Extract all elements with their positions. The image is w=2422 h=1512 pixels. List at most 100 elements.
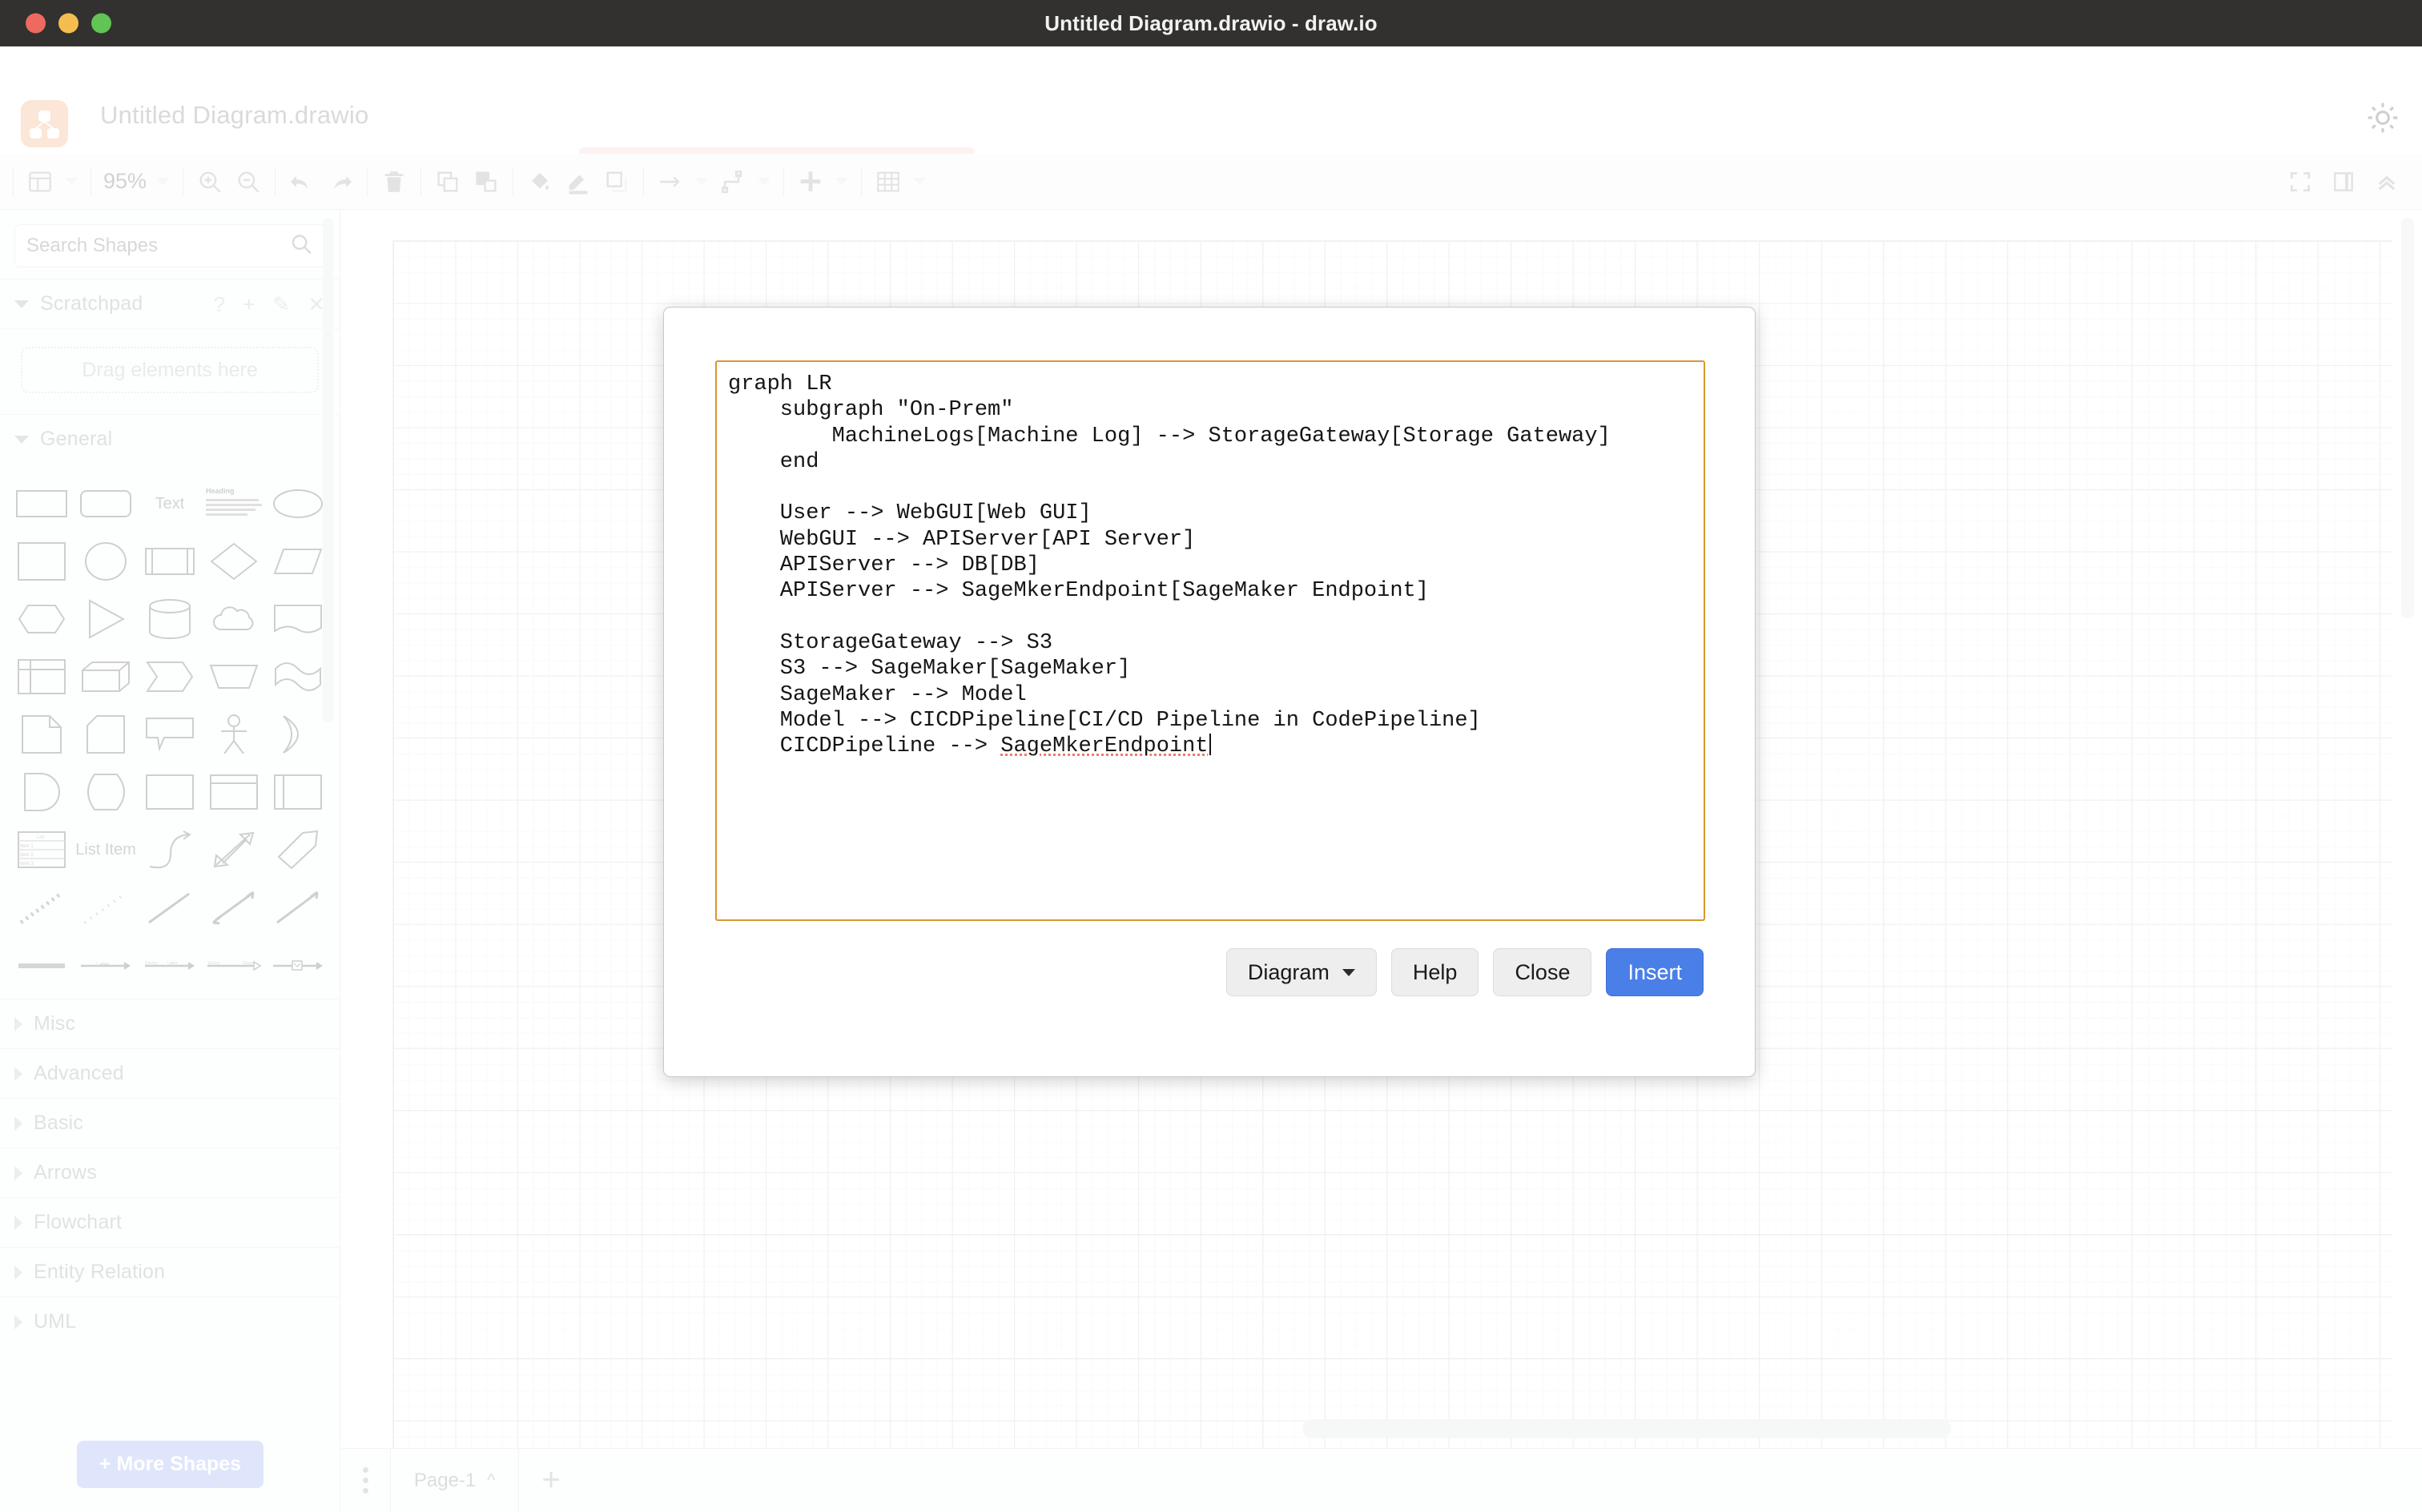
search-input[interactable] bbox=[15, 225, 324, 267]
shape-note[interactable] bbox=[10, 707, 74, 762]
shape-source-connector[interactable]: Source Label bbox=[138, 938, 202, 992]
close-window-icon[interactable] bbox=[26, 13, 46, 34]
shape-parallelogram[interactable] bbox=[266, 534, 330, 589]
fullscreen-icon[interactable] bbox=[2281, 163, 2319, 201]
minimize-window-icon[interactable] bbox=[58, 13, 78, 34]
shape-curved-arrow[interactable] bbox=[138, 822, 202, 877]
shape-or[interactable] bbox=[266, 707, 330, 762]
shape-circle[interactable] bbox=[74, 534, 138, 589]
fill-color-icon[interactable] bbox=[521, 163, 559, 201]
sidebar-item-flowchart[interactable]: Flowchart bbox=[0, 1197, 340, 1247]
to-back-icon[interactable] bbox=[467, 163, 505, 201]
shape-internal-storage[interactable] bbox=[10, 649, 74, 704]
sidebar-section-general[interactable]: General bbox=[0, 414, 340, 464]
edit-icon[interactable]: ✎ bbox=[272, 294, 290, 315]
collapse-icon[interactable] bbox=[2368, 163, 2406, 201]
format-panel-icon[interactable] bbox=[2324, 163, 2363, 201]
shape-document[interactable] bbox=[266, 592, 330, 646]
redo-icon[interactable] bbox=[321, 163, 360, 201]
shape-cylinder[interactable] bbox=[138, 592, 202, 646]
shadow-icon[interactable] bbox=[597, 163, 636, 201]
help-button[interactable]: Help bbox=[1390, 948, 1479, 996]
sun-icon[interactable] bbox=[2366, 101, 2400, 135]
shape-bidirectional-arrow[interactable] bbox=[202, 822, 266, 877]
shape-square[interactable] bbox=[10, 534, 74, 589]
shape-connector-with-box[interactable] bbox=[266, 938, 330, 992]
add-icon[interactable]: + bbox=[243, 294, 255, 315]
insert-button[interactable]: Insert bbox=[1606, 948, 1704, 996]
sidebar-item-uml[interactable]: UML bbox=[0, 1297, 340, 1346]
shape-trapezoid[interactable] bbox=[202, 649, 266, 704]
connection-arrow-icon[interactable] bbox=[651, 163, 690, 201]
scratchpad-dropzone[interactable]: Drag elements here bbox=[21, 347, 319, 393]
shape-diamond[interactable] bbox=[202, 534, 266, 589]
insert-icon[interactable] bbox=[791, 163, 830, 201]
shape-single-arrow-line[interactable] bbox=[266, 880, 330, 935]
shape-ellipse[interactable] bbox=[266, 477, 330, 531]
panel-toggle-dropdown-icon[interactable] bbox=[59, 163, 83, 201]
shape-vertical-container[interactable] bbox=[202, 765, 266, 819]
delete-icon[interactable] bbox=[375, 163, 413, 201]
add-page-button[interactable]: + bbox=[519, 1449, 583, 1512]
shape-rounded-rectangle[interactable] bbox=[74, 477, 138, 531]
table-icon[interactable] bbox=[869, 163, 907, 201]
shape-arrow[interactable] bbox=[266, 822, 330, 877]
line-color-icon[interactable] bbox=[559, 163, 597, 201]
shape-actor[interactable] bbox=[202, 707, 266, 762]
shape-double-arrow-line[interactable] bbox=[202, 880, 266, 935]
shape-plain-line[interactable] bbox=[138, 880, 202, 935]
zoom-dropdown-icon[interactable] bbox=[151, 163, 175, 201]
shape-list-item[interactable]: List Item bbox=[74, 822, 138, 877]
sidebar-section-scratchpad[interactable]: Scratchpad ? + ✎ ✕ bbox=[0, 279, 340, 328]
shape-dotted-line[interactable] bbox=[74, 880, 138, 935]
zoom-out-icon[interactable] bbox=[229, 163, 268, 201]
shape-source-target-connector[interactable]: Source Target bbox=[202, 938, 266, 992]
shape-delay[interactable] bbox=[10, 765, 74, 819]
page-tab-page-1[interactable]: Page-1 ^ bbox=[391, 1449, 519, 1512]
sidebar-item-arrows[interactable]: Arrows bbox=[0, 1148, 340, 1197]
shape-labeled-connector[interactable]: Label bbox=[74, 938, 138, 992]
shape-cube[interactable] bbox=[74, 649, 138, 704]
to-front-icon[interactable] bbox=[428, 163, 467, 201]
vertical-dots-icon[interactable] bbox=[341, 1449, 391, 1512]
shape-textbox[interactable]: Heading bbox=[202, 477, 266, 531]
shape-process[interactable] bbox=[138, 534, 202, 589]
shape-horizontal-container[interactable] bbox=[266, 765, 330, 819]
shape-rectangle[interactable] bbox=[10, 477, 74, 531]
close-button[interactable]: Close bbox=[1493, 948, 1592, 996]
sidebar-item-misc[interactable]: Misc bbox=[0, 999, 340, 1048]
more-shapes-button[interactable]: + More Shapes bbox=[76, 1440, 264, 1488]
shape-thick-divider[interactable] bbox=[10, 938, 74, 992]
search-box[interactable] bbox=[14, 224, 325, 267]
shape-list[interactable]: List Item 1 Item 2 Item 3 bbox=[10, 822, 74, 877]
shape-hexagon[interactable] bbox=[10, 592, 74, 646]
table-dropdown-icon[interactable] bbox=[907, 163, 931, 201]
sidebar-scrollbar[interactable] bbox=[323, 218, 333, 722]
shape-dashed-thick-line[interactable] bbox=[10, 880, 74, 935]
mermaid-code-textarea[interactable]: graph LR subgraph "On-Prem" MachineLogs[… bbox=[715, 360, 1705, 921]
waypoints-dropdown-icon[interactable] bbox=[752, 163, 776, 201]
shape-text[interactable]: Text bbox=[138, 477, 202, 531]
shape-tape[interactable] bbox=[266, 649, 330, 704]
connection-arrow-dropdown-icon[interactable] bbox=[690, 163, 714, 201]
zoom-in-icon[interactable] bbox=[191, 163, 229, 201]
diagram-format-select[interactable]: Diagram bbox=[1225, 948, 1377, 996]
shape-card[interactable] bbox=[74, 707, 138, 762]
help-icon[interactable]: ? bbox=[214, 294, 225, 315]
shape-cloud[interactable] bbox=[202, 592, 266, 646]
canvas-horizontal-scrollbar[interactable] bbox=[1302, 1419, 1951, 1438]
sidebar-item-basic[interactable]: Basic bbox=[0, 1098, 340, 1148]
maximize-window-icon[interactable] bbox=[91, 13, 111, 34]
insert-dropdown-icon[interactable] bbox=[830, 163, 854, 201]
sidebar-item-advanced[interactable]: Advanced bbox=[0, 1048, 340, 1098]
sidebar-item-entity-relation[interactable]: Entity Relation bbox=[0, 1247, 340, 1297]
canvas-vertical-scrollbar[interactable] bbox=[2401, 218, 2414, 618]
shape-triangle[interactable] bbox=[74, 592, 138, 646]
shape-container[interactable] bbox=[138, 765, 202, 819]
shape-callout[interactable] bbox=[138, 707, 202, 762]
shape-step[interactable] bbox=[138, 649, 202, 704]
undo-icon[interactable] bbox=[283, 163, 321, 201]
waypoints-icon[interactable] bbox=[714, 163, 752, 201]
shape-display[interactable] bbox=[74, 765, 138, 819]
panel-toggle-icon[interactable] bbox=[21, 163, 59, 201]
